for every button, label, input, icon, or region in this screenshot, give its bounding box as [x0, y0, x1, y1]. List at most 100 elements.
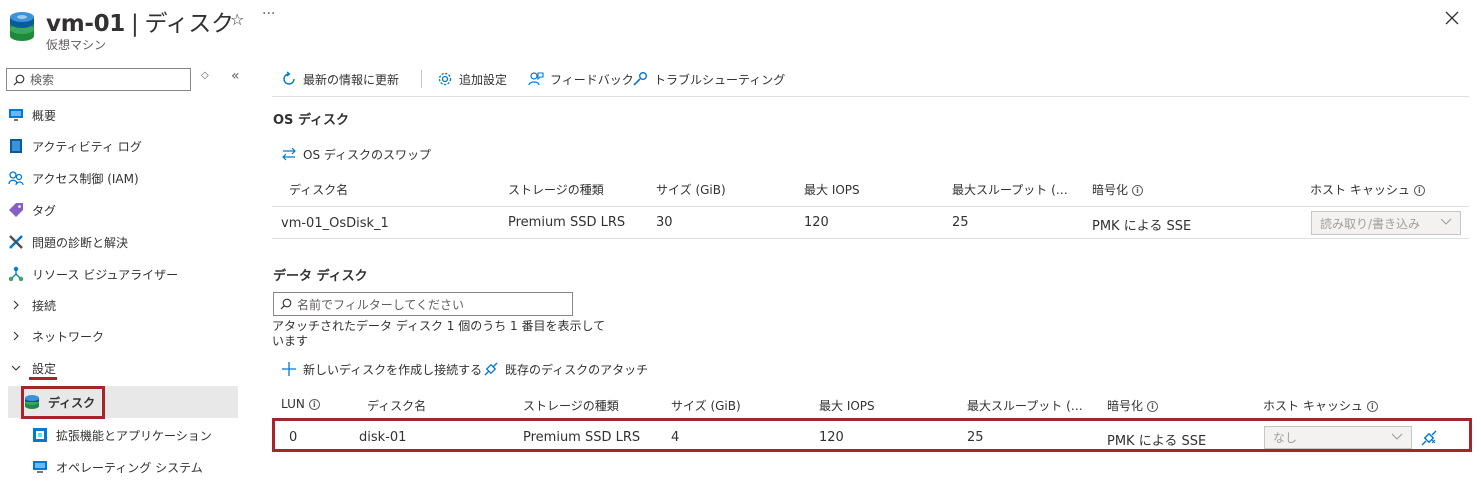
os-disk-section-title: OS ディスク	[273, 113, 350, 128]
chevron-down-icon	[1440, 215, 1452, 230]
create-attach-disk-label: 新しいディスクを作成し接続する	[303, 362, 483, 377]
chevron-down-icon	[1391, 430, 1403, 445]
data-disk-filter-input[interactable]: 名前でフィルターしてください	[273, 292, 573, 316]
extension-icon	[32, 427, 48, 443]
data-disk-host-cache-dropdown[interactable]: なし	[1264, 426, 1412, 449]
create-attach-disk-button[interactable]: 新しいディスクを作成し接続する	[281, 358, 482, 380]
os-col-encryption: 暗号化 i	[1092, 181, 1144, 198]
sidebar-item-label: タグ	[32, 203, 57, 218]
os-col-size: サイズ (GiB)	[656, 183, 726, 197]
data-col-max-iops: 最大 IOPS	[819, 399, 875, 413]
data-col-host-cache-label: ホスト キャッシュ	[1263, 399, 1363, 413]
collapse-sidebar-icon[interactable]: «	[231, 68, 240, 84]
sidebar-item-label: アクティビティ ログ	[32, 139, 142, 154]
sidebar-item-label: 概要	[32, 108, 57, 123]
ellipsis-icon[interactable]: ···	[262, 6, 275, 22]
data-col-host-cache: ホスト キャッシュ i	[1263, 397, 1378, 414]
swap-os-disk-button[interactable]: OS ディスクのスワップ	[281, 143, 431, 165]
sidebar-item-overview[interactable]: 概要	[8, 100, 238, 130]
refresh-button[interactable]: 最新の情報に更新	[281, 68, 399, 90]
sidebar-item-diagnose[interactable]: 問題の診断と解決	[8, 227, 238, 257]
data-col-max-throughput: 最大スループット (…	[967, 399, 1083, 413]
swap-os-disk-label: OS ディスクのスワップ	[303, 147, 432, 162]
attach-existing-disk-label: 既存のディスクのアタッチ	[505, 362, 649, 377]
data-col-storage-type: ストレージの種類	[523, 399, 619, 413]
attach-existing-disk-button[interactable]: 既存のディスクのアタッチ	[483, 358, 648, 380]
sidebar-item-extensions[interactable]: 拡張機能とアプリケーション	[8, 420, 238, 450]
gear-icon	[437, 71, 453, 87]
info-icon[interactable]: i	[1132, 185, 1144, 196]
refresh-label: 最新の情報に更新	[303, 72, 400, 87]
data-disk-count-line-1: アタッチされたデータ ディスク 1 個のうち 1 番目を表示して	[272, 319, 606, 333]
monitor-icon	[8, 107, 24, 123]
sidebar-item-label: リソース ビジュアライザー	[32, 267, 179, 282]
resource-name: vm-01	[46, 11, 126, 37]
os-col-encryption-label: 暗号化	[1092, 183, 1129, 197]
network-icon	[8, 266, 24, 282]
star-icon[interactable]: ☆	[230, 10, 244, 29]
search-icon	[13, 74, 25, 86]
os-col-host-cache-label: ホスト キャッシュ	[1310, 183, 1410, 197]
os-col-disk-name: ディスク名	[289, 183, 349, 197]
sidebar-item-resource-visualizer[interactable]: リソース ビジュアライザー	[8, 259, 238, 289]
toolbar-bottom-border	[272, 96, 1469, 97]
sidebar-item-label: アクセス制御 (IAM)	[32, 171, 139, 186]
info-icon[interactable]: i	[1366, 401, 1378, 412]
troubleshoot-label: トラブルシューティング	[654, 72, 786, 87]
sort-icon[interactable]: ◇	[201, 70, 209, 81]
data-disk-count-line-2: います	[272, 334, 309, 348]
data-disk-lun: 0	[289, 430, 298, 445]
sidebar-search-input[interactable]: 検索	[6, 68, 191, 91]
os-disk-name-link[interactable]: vm-01_OsDisk_1	[281, 216, 389, 231]
sidebar-item-tags[interactable]: タグ	[8, 195, 238, 225]
os-disk-host-cache-value: 読み取り/書き込み	[1320, 216, 1421, 231]
sidebar-item-iam[interactable]: アクセス制御 (IAM)	[8, 163, 238, 193]
info-icon[interactable]: i	[1147, 401, 1159, 412]
data-col-encryption: 暗号化 i	[1107, 397, 1159, 414]
detach-disk-icon[interactable]	[1420, 429, 1438, 447]
os-disk-iops: 120	[804, 215, 829, 230]
close-icon[interactable]	[1444, 10, 1460, 26]
data-disk-name-link[interactable]: disk-01	[359, 430, 406, 445]
search-icon	[280, 298, 292, 310]
additional-settings-button[interactable]: 追加設定	[437, 68, 507, 90]
sidebar-item-os[interactable]: オペレーティング システム	[8, 452, 238, 481]
page-name: ディスク	[144, 11, 234, 37]
sidebar-item-activity-log[interactable]: アクティビティ ログ	[8, 131, 238, 161]
data-disk-throughput: 25	[967, 430, 984, 445]
sidebar-item-label: 拡張機能とアプリケーション	[56, 428, 212, 443]
sidebar-item-connect[interactable]: 接続	[8, 290, 238, 320]
data-disk-storage: Premium SSD LRS	[523, 430, 641, 445]
data-disk-filter-placeholder: 名前でフィルターしてください	[297, 297, 465, 312]
refresh-icon	[281, 71, 297, 87]
data-col-lun: LUN i	[281, 397, 320, 411]
os-col-storage-type: ストレージの種類	[508, 183, 604, 197]
additional-settings-label: 追加設定	[459, 72, 508, 87]
troubleshoot-button[interactable]: トラブルシューティング	[632, 68, 785, 90]
data-disk-size: 4	[671, 430, 680, 445]
vm-icon	[8, 10, 36, 44]
page-title: vm-01 | ディスク	[46, 4, 234, 38]
sidebar-item-network[interactable]: ネットワーク	[8, 321, 238, 351]
info-icon[interactable]: i	[308, 399, 320, 410]
feedback-button[interactable]: フィードバック	[528, 68, 634, 90]
info-icon[interactable]: i	[1413, 185, 1425, 196]
data-disk-encryption: PMK による SSE	[1107, 434, 1207, 449]
swap-icon	[281, 146, 297, 162]
people-icon	[8, 170, 24, 186]
os-disk-host-cache-dropdown[interactable]: 読み取り/書き込み	[1311, 211, 1461, 235]
data-col-size: サイズ (GiB)	[671, 399, 741, 413]
computer-icon	[32, 459, 48, 475]
wrench-icon	[632, 71, 648, 87]
plus-icon	[281, 361, 297, 377]
log-icon	[8, 138, 24, 154]
os-disk-size: 30	[656, 215, 673, 230]
os-table-header-border	[272, 206, 1469, 207]
sidebar-search-placeholder: 検索	[30, 73, 55, 87]
os-col-max-iops: 最大 IOPS	[804, 183, 860, 197]
wrench-icon	[8, 234, 24, 250]
chevron-right-icon	[8, 328, 24, 344]
data-disk-host-cache-value: なし	[1273, 431, 1298, 445]
os-disk-storage: Premium SSD LRS	[508, 215, 626, 230]
os-col-max-throughput: 最大スループット (…	[952, 183, 1068, 197]
